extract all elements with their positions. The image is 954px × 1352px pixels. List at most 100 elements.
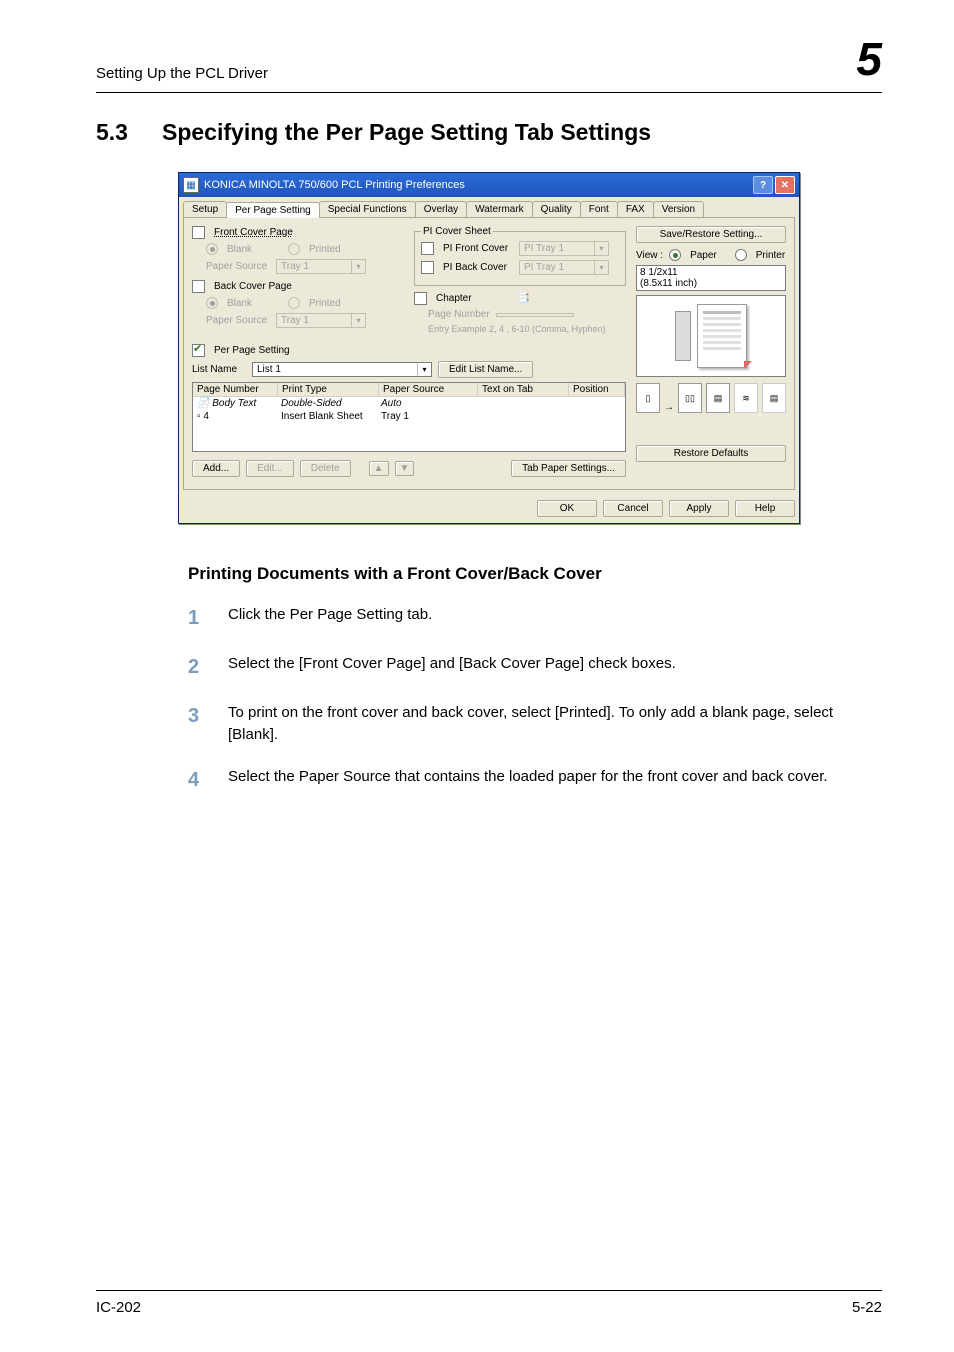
save-restore-settings-button[interactable]: Save/Restore Setting... bbox=[636, 226, 786, 243]
paper-size-display: 8 1/2x11 (8.5x11 inch) bbox=[636, 265, 786, 291]
back-cover-checkbox[interactable] bbox=[192, 280, 205, 293]
device-icon bbox=[675, 311, 691, 361]
tab-overlay[interactable]: Overlay bbox=[415, 201, 467, 217]
front-printed-radio bbox=[288, 243, 300, 255]
chevron-down-icon: ▾ bbox=[417, 363, 431, 376]
tab-per-page-setting[interactable]: Per Page Setting bbox=[226, 202, 320, 218]
list-name-dropdown[interactable]: List 1 ▾ bbox=[252, 362, 432, 377]
page-icon: ▫ bbox=[197, 411, 201, 422]
step-text: Select the [Front Cover Page] and [Back … bbox=[228, 653, 676, 682]
pi-front-checkbox[interactable] bbox=[421, 242, 434, 255]
pi-legend: PI Cover Sheet bbox=[421, 226, 493, 237]
subsection-heading: Printing Documents with a Front Cover/Ba… bbox=[96, 564, 882, 584]
back-printed-radio bbox=[288, 297, 300, 309]
back-paper-source-label: Paper Source bbox=[206, 315, 270, 326]
app-icon bbox=[183, 177, 199, 193]
tab-paper-settings-button[interactable]: Tab Paper Settings... bbox=[511, 460, 626, 477]
tab-quality[interactable]: Quality bbox=[532, 201, 581, 217]
col-paper-source[interactable]: Paper Source bbox=[379, 383, 478, 396]
step-4: 4 Select the Paper Source that contains … bbox=[188, 766, 882, 795]
footer-left: IC-202 bbox=[96, 1299, 141, 1316]
front-printed-label: Printed bbox=[309, 244, 341, 255]
front-paper-source-dropdown: Tray 1 ▾ bbox=[276, 259, 366, 274]
edit-list-name-button[interactable]: Edit List Name... bbox=[438, 361, 533, 378]
tab-special-functions[interactable]: Special Functions bbox=[319, 201, 416, 217]
thumb-watermark-icon: ≋ bbox=[734, 383, 758, 413]
dialog-title: KONICA MINOLTA 750/600 PCL Printing Pref… bbox=[204, 179, 465, 191]
ok-button[interactable]: OK bbox=[537, 500, 597, 517]
add-button[interactable]: Add... bbox=[192, 460, 240, 477]
footer-right: 5-22 bbox=[852, 1299, 882, 1316]
chevron-down-icon: ▾ bbox=[594, 261, 608, 274]
thumb-nup-icon[interactable]: ▯▯ bbox=[678, 383, 702, 413]
preview-area bbox=[636, 295, 786, 377]
thumb-other-icon: ▤ bbox=[762, 383, 786, 413]
thumb-row: ▯ → ▯▯ ▤ ≋ ▤ bbox=[636, 383, 786, 413]
front-blank-label: Blank bbox=[227, 244, 252, 255]
back-cover-label: Back Cover Page bbox=[214, 281, 292, 292]
tab-watermark[interactable]: Watermark bbox=[466, 201, 533, 217]
help-button[interactable]: Help bbox=[735, 500, 795, 517]
back-blank-label: Blank bbox=[227, 298, 252, 309]
pi-front-label: PI Front Cover bbox=[443, 243, 513, 254]
pi-cover-sheet-group: PI Cover Sheet PI Front Cover PI Tray 1 … bbox=[414, 226, 626, 286]
pi-back-dropdown: PI Tray 1 ▾ bbox=[519, 260, 609, 275]
chapter-icon: 📑 bbox=[518, 293, 530, 304]
print-prefs-dialog: KONICA MINOLTA 750/600 PCL Printing Pref… bbox=[178, 172, 800, 524]
page-preview-icon bbox=[697, 304, 747, 368]
page-footer: IC-202 5-22 bbox=[96, 1290, 882, 1316]
tab-font[interactable]: Font bbox=[580, 201, 618, 217]
step-number: 2 bbox=[188, 653, 228, 682]
front-paper-source-label: Paper Source bbox=[206, 261, 270, 272]
chevron-down-icon: ▾ bbox=[351, 314, 365, 327]
list-name-label: List Name bbox=[192, 364, 246, 375]
move-up-button: ▲ bbox=[369, 461, 389, 476]
delete-button: Delete bbox=[300, 460, 351, 477]
col-print-type[interactable]: Print Type bbox=[278, 383, 379, 396]
step-list: 1 Click the Per Page Setting tab. 2 Sele… bbox=[96, 604, 882, 795]
tab-setup[interactable]: Setup bbox=[183, 201, 227, 217]
chapter-checkbox[interactable] bbox=[414, 292, 427, 305]
per-page-setting-checkbox[interactable] bbox=[192, 344, 205, 357]
front-cover-label: Front Cover Page bbox=[214, 227, 293, 238]
close-icon[interactable]: ✕ bbox=[775, 176, 795, 194]
chevron-down-icon: ▾ bbox=[351, 260, 365, 273]
view-paper-radio[interactable] bbox=[669, 249, 681, 261]
restore-defaults-button[interactable]: Restore Defaults bbox=[636, 445, 786, 462]
per-page-setting-label: Per Page Setting bbox=[214, 345, 290, 356]
step-1: 1 Click the Per Page Setting tab. bbox=[188, 604, 882, 633]
chapter-entry-example: Entry Example 2, 4 , 6-10 (Comma, Hyphen… bbox=[428, 324, 606, 334]
arrow-icon: → bbox=[664, 402, 674, 413]
pi-back-checkbox[interactable] bbox=[421, 261, 434, 274]
help-icon[interactable]: ? bbox=[753, 176, 773, 194]
chapter-number: 5 bbox=[856, 36, 882, 82]
step-2: 2 Select the [Front Cover Page] and [Bac… bbox=[188, 653, 882, 682]
chapter-label: Chapter bbox=[436, 293, 472, 304]
page-list-header: Page Number Print Type Paper Source Text… bbox=[193, 383, 625, 397]
page-list[interactable]: Page Number Print Type Paper Source Text… bbox=[192, 382, 626, 452]
cancel-button[interactable]: Cancel bbox=[603, 500, 663, 517]
step-number: 4 bbox=[188, 766, 228, 795]
thumb-booklet-icon[interactable]: ▤ bbox=[706, 383, 730, 413]
view-paper-label: Paper bbox=[690, 250, 717, 261]
chevron-down-icon: ▾ bbox=[594, 242, 608, 255]
col-page-number[interactable]: Page Number bbox=[193, 383, 278, 396]
view-label: View : bbox=[636, 250, 663, 261]
pi-back-label: PI Back Cover bbox=[443, 262, 513, 273]
view-printer-radio[interactable] bbox=[735, 249, 747, 261]
list-row-4[interactable]: ▫ 4 Insert Blank Sheet Tray 1 bbox=[193, 410, 625, 423]
list-row-body-text[interactable]: 📄 Body Text Double-Sided Auto bbox=[193, 397, 625, 410]
tab-fax[interactable]: FAX bbox=[617, 201, 654, 217]
step-text: Select the Paper Source that contains th… bbox=[228, 766, 828, 795]
col-text-on-tab[interactable]: Text on Tab bbox=[478, 383, 569, 396]
front-cover-checkbox[interactable] bbox=[192, 226, 205, 239]
dialog-bottom-buttons: OK Cancel Apply Help bbox=[179, 494, 799, 523]
tab-version[interactable]: Version bbox=[653, 201, 704, 217]
section-title: Specifying the Per Page Setting Tab Sett… bbox=[162, 119, 651, 146]
chapter-page-number-input bbox=[496, 313, 574, 317]
back-paper-source-dropdown: Tray 1 ▾ bbox=[276, 313, 366, 328]
thumb-single-page-icon[interactable]: ▯ bbox=[636, 383, 660, 413]
apply-button[interactable]: Apply bbox=[669, 500, 729, 517]
tab-panel: Front Cover Page Blank Printed Paper Sou… bbox=[183, 217, 795, 490]
col-position[interactable]: Position bbox=[569, 383, 625, 396]
